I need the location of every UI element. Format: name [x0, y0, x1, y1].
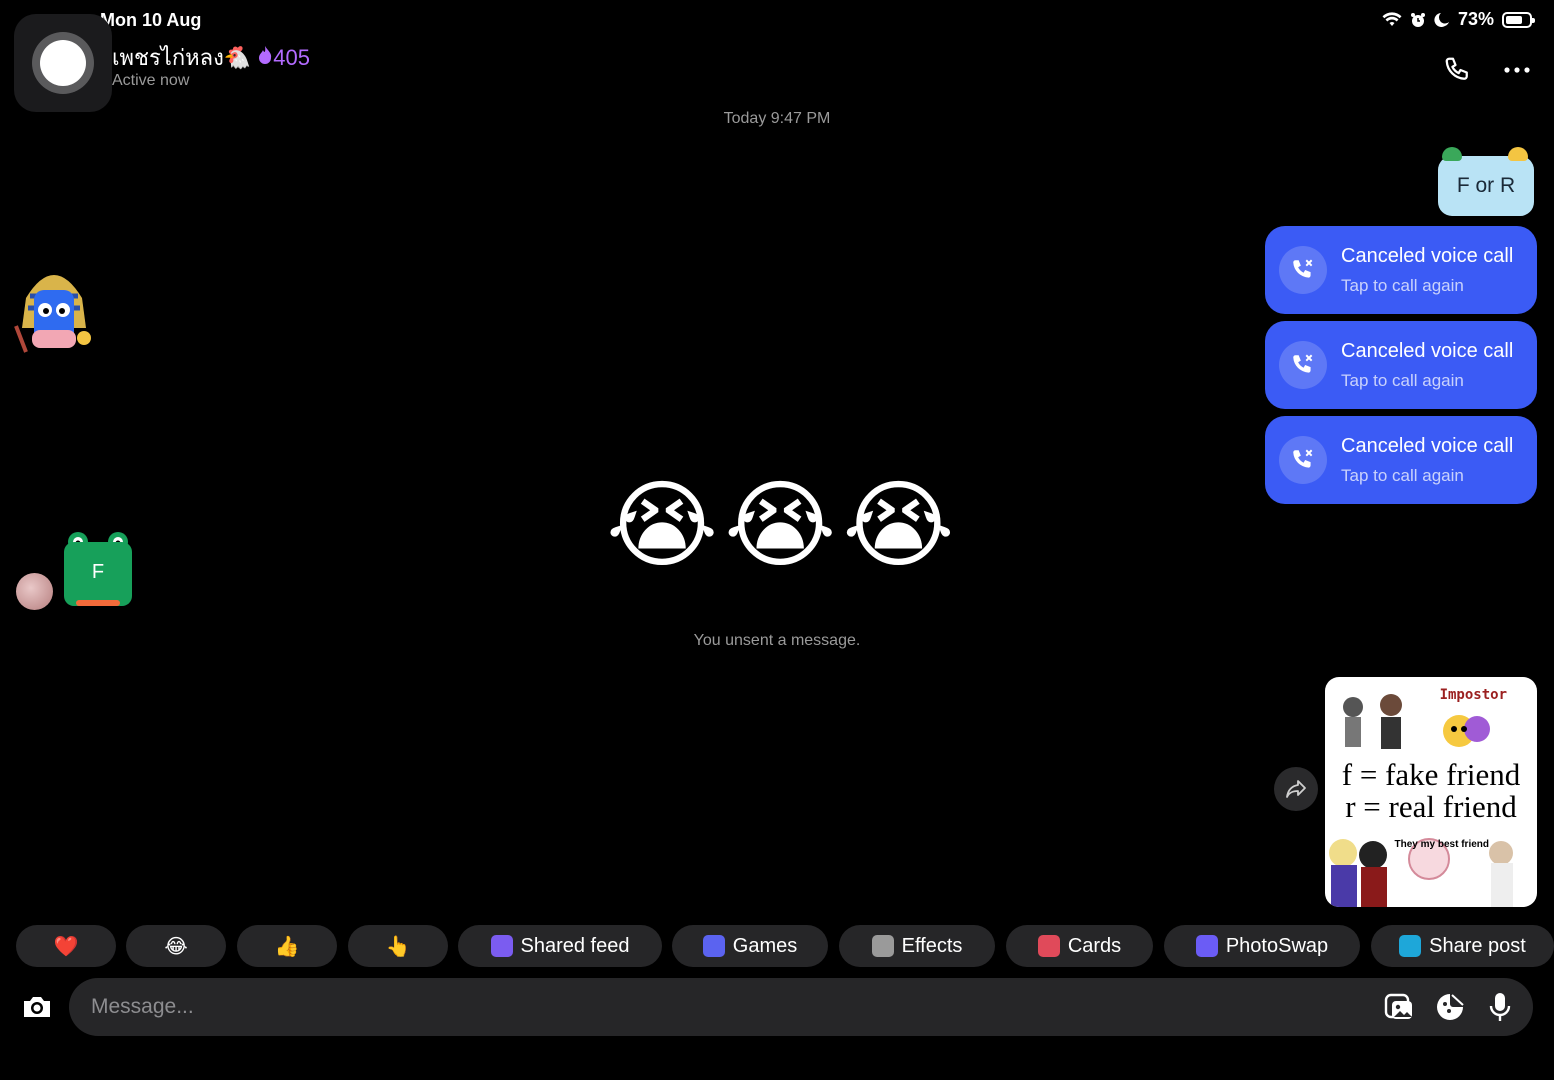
share-button[interactable] [1274, 767, 1318, 811]
share-arrow-icon [1286, 780, 1306, 798]
camera-icon [24, 997, 50, 1017]
thread-timestamp: Today 9:47 PM [723, 110, 831, 127]
call-subtitle: Tap to call again [1341, 370, 1464, 390]
effects-icon [871, 935, 894, 957]
phone-icon [1445, 57, 1468, 80]
sticker-icon [1437, 994, 1464, 1020]
assistive-touch-button[interactable] [14, 14, 112, 112]
unsent-notice: You unsent a message. [693, 632, 861, 649]
missed-call-icon [1279, 246, 1327, 294]
gallery-icon [1384, 993, 1412, 1019]
meme-line-real: r = real friend [1345, 789, 1517, 824]
emoji-message[interactable]: 😭😭😭 [606, 478, 961, 574]
gamepad-icon [702, 935, 725, 957]
photoswap-icon [1195, 935, 1218, 957]
quick-point-up-button[interactable]: 👆 [348, 925, 448, 967]
contact-avatar[interactable] [16, 573, 53, 610]
battery-percent: 73% [1457, 9, 1494, 29]
frog-decoration-icon [1442, 147, 1462, 161]
cards-button[interactable]: Cards [1006, 925, 1153, 967]
call-title: Canceled voice call [1341, 434, 1514, 457]
contact-name: เพชรไก่หลง🐔 [112, 45, 252, 70]
frog-letter: F [92, 561, 104, 583]
sent-message-bubble[interactable]: F or R [1438, 147, 1534, 216]
share-post-label: Share post [1429, 934, 1526, 957]
photoswap-label: PhotoSwap [1225, 934, 1329, 957]
effects-label: Effects [901, 934, 963, 957]
missed-call-icon [1279, 436, 1327, 484]
meme-impostor-label: Impostor [1439, 687, 1507, 703]
meme-emoji-faces [1443, 715, 1490, 747]
contact-name-row[interactable]: เพชรไก่หลง🐔 405 [112, 40, 310, 75]
canceled-call-bubble[interactable]: Canceled voice call Tap to call again [1265, 416, 1537, 504]
laugh-icon: 😂 [164, 935, 188, 958]
moon-icon [1434, 12, 1449, 27]
pharaoh-sticker[interactable] [12, 258, 96, 358]
quick-thumbs-up-button[interactable]: 👍 [237, 925, 337, 967]
streak-count: 405 [273, 44, 310, 70]
shared-feed-label: Shared feed [520, 934, 630, 957]
thumbs-up-icon: 👍 [274, 935, 300, 958]
point-up-icon: 👆 [385, 935, 411, 958]
camera-button[interactable] [16, 986, 58, 1028]
status-time: Mon 10 Aug [100, 10, 202, 30]
share-post-button[interactable]: Share post [1371, 925, 1554, 967]
photoswap-button[interactable]: PhotoSwap [1164, 925, 1360, 967]
bear-decoration-icon [1508, 147, 1528, 161]
games-label: Games [732, 934, 798, 957]
wifi-icon [1382, 11, 1402, 26]
voice-call-button[interactable] [1438, 50, 1478, 90]
frog-letter-sticker[interactable]: F [62, 530, 134, 612]
meme-note: They my best friend [1394, 839, 1489, 850]
effects-button[interactable]: Effects [839, 925, 995, 967]
message-input[interactable] [91, 978, 1351, 1036]
sticker-button[interactable] [1433, 990, 1467, 1024]
canceled-call-bubble[interactable]: Canceled voice call Tap to call again [1265, 226, 1537, 314]
call-title: Canceled voice call [1341, 244, 1514, 267]
missed-call-icon [1279, 341, 1327, 389]
meme-line-fake: f = fake friend [1341, 757, 1521, 792]
heart-icon: ❤️ [53, 935, 79, 958]
call-subtitle: Tap to call again [1341, 275, 1464, 295]
streak-badge: 405 [257, 45, 310, 71]
message-composer [69, 978, 1533, 1036]
canceled-call-bubble[interactable]: Canceled voice call Tap to call again [1265, 321, 1537, 409]
gallery-button[interactable] [1382, 990, 1416, 1024]
games-button[interactable]: Games [672, 925, 828, 967]
active-status: Active now [112, 72, 190, 89]
microphone-icon [1489, 993, 1511, 1021]
meme-characters-top [1343, 694, 1402, 749]
call-subtitle: Tap to call again [1341, 465, 1464, 485]
card-icon [1037, 935, 1060, 957]
cards-label: Cards [1067, 934, 1122, 957]
share-post-icon [1399, 935, 1422, 957]
status-icons: 73% [1382, 9, 1535, 30]
voice-message-button[interactable] [1483, 990, 1517, 1024]
battery-fill [1506, 15, 1523, 24]
more-icon [1504, 67, 1530, 73]
more-options-button[interactable] [1497, 50, 1537, 90]
alarm-icon [1410, 12, 1425, 27]
call-title: Canceled voice call [1341, 339, 1514, 362]
meme-image-message[interactable]: Impostor f = fake friend r = real friend… [1325, 677, 1537, 907]
sent-message-text: F or R [1456, 174, 1516, 197]
quick-heart-button[interactable]: ❤️ [16, 925, 116, 967]
shared-feed-button[interactable]: Shared feed [458, 925, 662, 967]
battery-icon [1502, 11, 1535, 28]
quick-laugh-button[interactable]: 😂 [126, 925, 226, 967]
flame-icon [259, 45, 272, 64]
shared-feed-icon [490, 935, 513, 957]
